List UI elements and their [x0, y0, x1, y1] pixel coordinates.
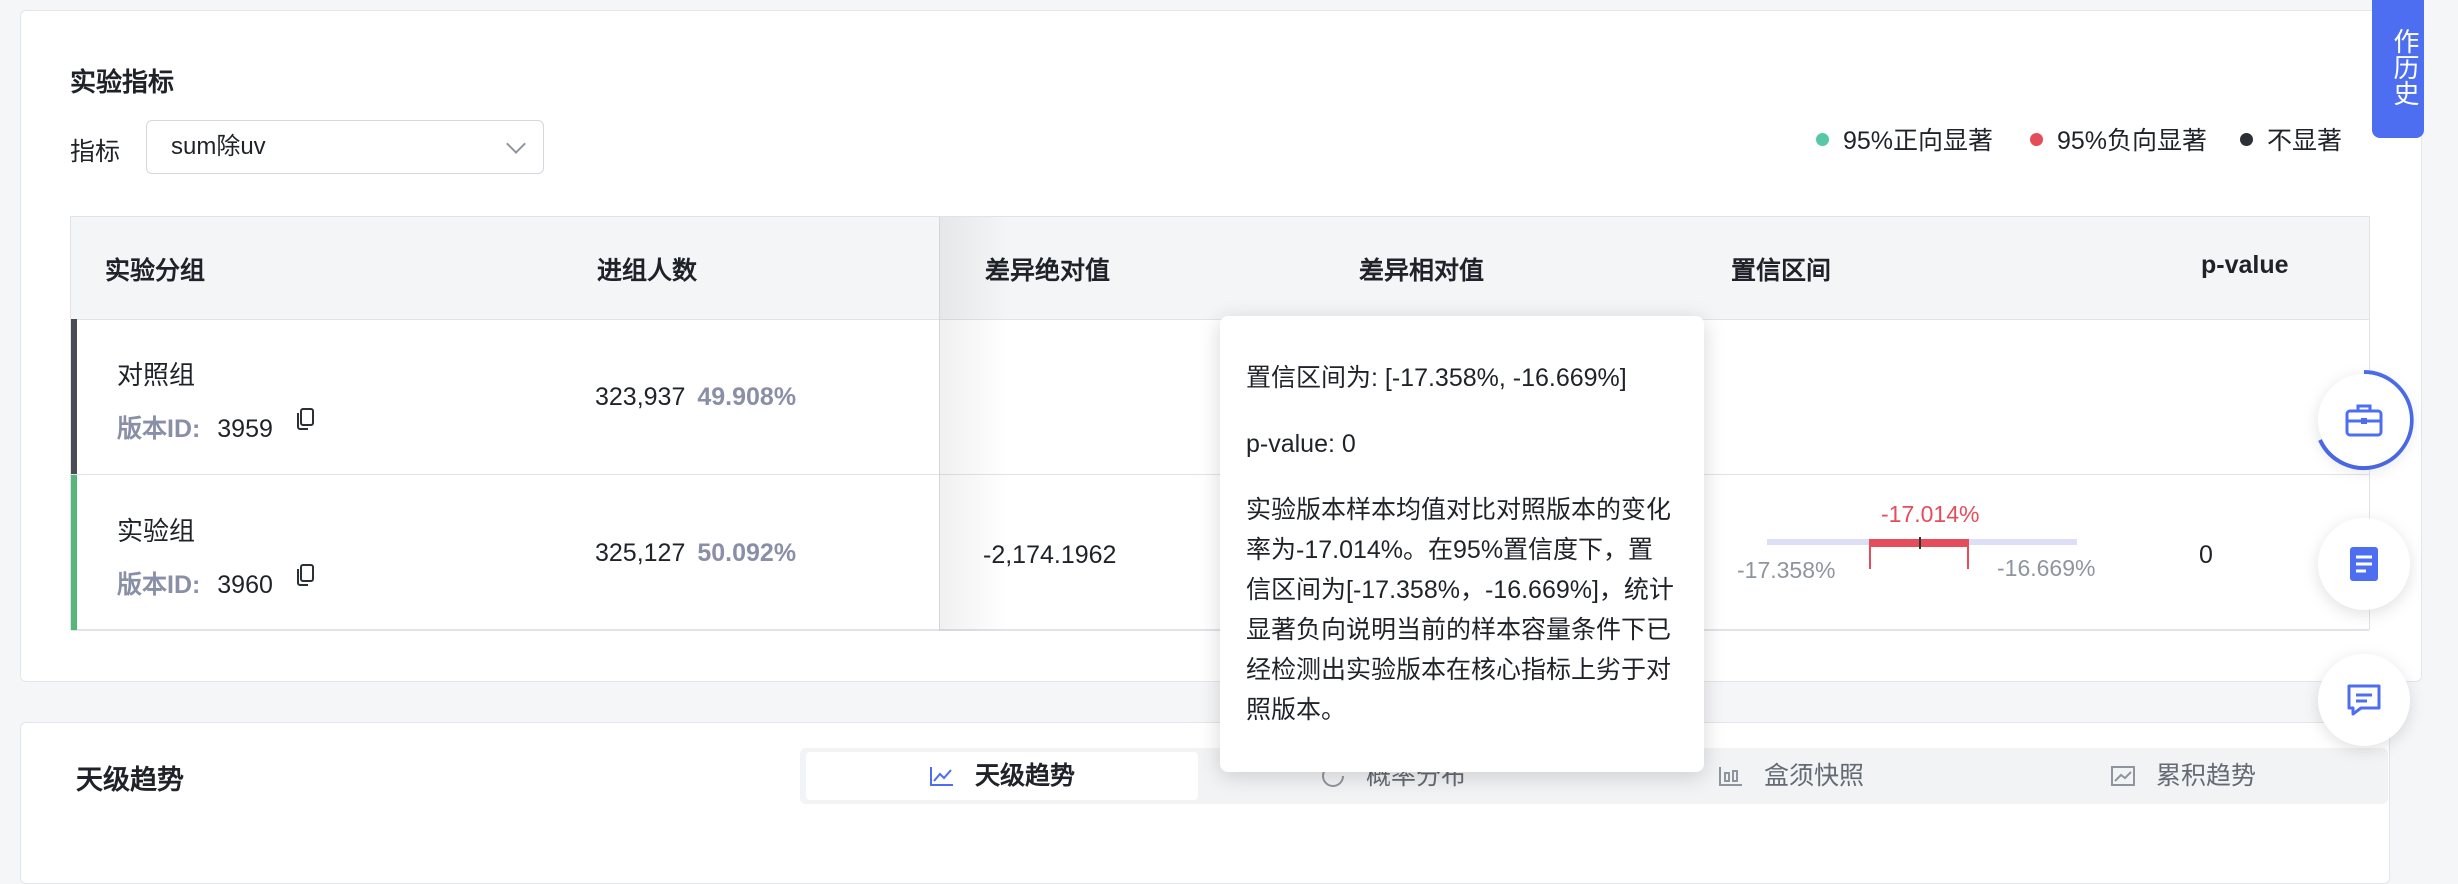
metric-select-value: sum除uv — [171, 133, 266, 160]
table-header: 实验分组 进组人数 差异绝对值 差异相对值 置信区间 p-value — [71, 217, 2369, 320]
version-value: 3959 — [217, 415, 273, 443]
group-name: 实验组 — [117, 516, 196, 546]
legend-dot-icon — [2240, 132, 2253, 146]
users-count: 323,937 49.908% — [595, 383, 796, 412]
header-p-value: p-value — [2201, 251, 2289, 279]
users-value: 323,937 — [595, 383, 686, 411]
ci-center-label: -17.014% — [1881, 501, 1980, 527]
version-label: 版本ID: — [117, 571, 201, 599]
version-id: 版本ID: 3959 — [117, 409, 273, 445]
copy-icon[interactable] — [296, 407, 316, 431]
tab-box-plot[interactable]: 盒须快照 — [1718, 748, 1864, 804]
document-button[interactable] — [2318, 518, 2410, 610]
users-pct: 50.092% — [697, 539, 797, 567]
ci-low-label: -17.358% — [1737, 557, 1836, 583]
group-name: 对照组 — [117, 360, 196, 390]
legend-label: 95%负向显著 — [2057, 127, 2208, 155]
ci-tooltip: 置信区间为: [-17.358%, -16.669%] p-value: 0 实… — [1220, 316, 1704, 772]
ci-high-tick — [1967, 539, 1969, 569]
tab-label: 累积趋势 — [2156, 762, 2257, 790]
line-chart-icon — [929, 767, 953, 786]
tooltip-ci: 置信区间为: [-17.358%, -16.669%] — [1246, 364, 1627, 392]
legend-label: 95%正向显著 — [1843, 127, 1994, 155]
legend-negative: 95%负向显著 — [2030, 124, 2208, 155]
legend-insignificant: 不显著 — [2240, 124, 2343, 155]
box-plot-icon — [1719, 767, 1742, 786]
ci-low-tick — [1869, 539, 1871, 569]
legend-dot-icon — [2030, 132, 2043, 146]
section-title: 实验指标 — [70, 67, 175, 97]
ci-center-tick — [1919, 537, 1921, 549]
version-id: 版本ID: 3960 — [117, 565, 273, 601]
legend-label: 不显著 — [2267, 127, 2343, 155]
copy-icon[interactable] — [296, 563, 316, 587]
trend-title: 天级趋势 — [76, 765, 184, 795]
tooltip-description: 实验版本样本均值对比对照版本的变化率为-17.014%。在95%置信度下，置信区… — [1246, 496, 1674, 724]
chevron-down-icon — [506, 134, 526, 154]
legend-dot-icon — [1816, 132, 1829, 146]
metric-select[interactable]: sum除uv — [146, 120, 544, 174]
area-chart-icon — [2111, 766, 2135, 786]
version-value: 3960 — [217, 571, 273, 599]
tab-label: 天级趋势 — [974, 762, 1075, 790]
toolbox-button[interactable] — [2318, 374, 2410, 466]
tab-label: 盒须快照 — [1764, 762, 1865, 790]
users-pct: 49.908% — [697, 383, 797, 411]
document-icon — [2350, 547, 2378, 581]
p-value: 0 — [2199, 541, 2213, 569]
version-label: 版本ID: — [117, 415, 201, 443]
feedback-button[interactable] — [2318, 654, 2410, 746]
header-users: 进组人数 — [597, 257, 698, 285]
fixed-column-shadow — [939, 217, 1009, 631]
header-ci: 置信区间 — [1731, 257, 1832, 285]
tab-cumulative[interactable]: 累积趋势 — [2110, 748, 2256, 804]
header-rel-diff: 差异相对值 — [1359, 257, 1485, 285]
ci-high-label: -16.669% — [1997, 555, 2096, 581]
users-value: 325,127 — [595, 539, 686, 567]
header-group: 实验分组 — [105, 257, 206, 285]
row-indicator — [71, 319, 77, 474]
legend-positive: 95%正向显著 — [1816, 124, 1994, 155]
users-count: 325,127 50.092% — [595, 539, 796, 568]
operation-history-tab[interactable]: 作历史 — [2372, 0, 2424, 138]
toolbox-icon — [2345, 404, 2383, 437]
feedback-icon — [2347, 684, 2381, 716]
row-indicator — [71, 475, 77, 630]
tooltip-p-value: p-value: 0 — [1246, 430, 1356, 458]
metric-label: 指标 — [70, 138, 121, 166]
tab-daily-trend[interactable]: 天级趋势 — [806, 752, 1198, 800]
